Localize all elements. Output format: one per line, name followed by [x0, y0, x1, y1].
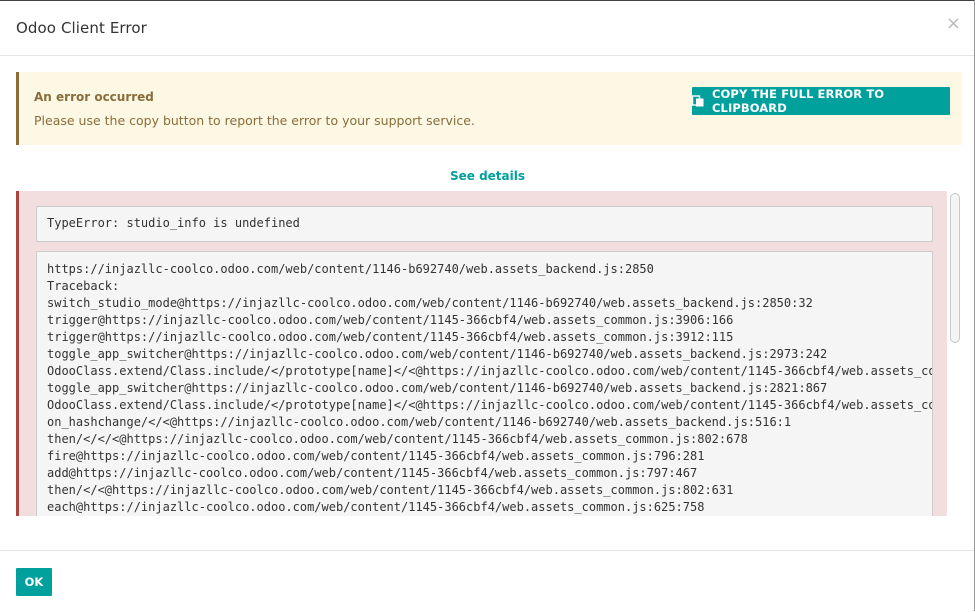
- clipboard-icon: [692, 95, 704, 107]
- traceback-line: trigger@https://injazllc-coolco.odoo.com…: [47, 330, 734, 344]
- error-message-box: TypeError: studio_info is undefined: [36, 206, 933, 242]
- traceback-line: OdooClass.extend/Class.include/</prototy…: [47, 398, 933, 412]
- traceback-line: then/</<@https://injazllc-coolco.odoo.co…: [47, 483, 734, 497]
- traceback-line: toggle_app_switcher@https://injazllc-coo…: [47, 347, 828, 361]
- traceback-line: on_hashchange/</<@https://injazllc-coolc…: [47, 415, 792, 429]
- dialog-title: Odoo Client Error: [16, 19, 147, 37]
- traceback-box: https://injazllc-coolco.odoo.com/web/con…: [36, 251, 933, 516]
- traceback-line: toggle_app_switcher@https://injazllc-coo…: [47, 381, 828, 395]
- close-icon[interactable]: ×: [946, 15, 961, 33]
- alert-title: An error occurred: [34, 90, 154, 104]
- error-dialog: Odoo Client Error × An error occurred Pl…: [0, 0, 975, 611]
- alert-message: Please use the copy button to report the…: [34, 113, 475, 128]
- traceback-line: add@https://injazllc-coolco.odoo.com/web…: [47, 466, 698, 480]
- traceback-line: Traceback:: [47, 279, 120, 293]
- scrollbar[interactable]: [948, 191, 962, 516]
- copy-error-button[interactable]: COPY THE FULL ERROR TO CLIPBOARD: [692, 87, 950, 115]
- traceback-line: each@https://injazllc-coolco.odoo.com/we…: [47, 500, 705, 514]
- traceback-line: https://injazllc-coolco.odoo.com/web/con…: [47, 262, 654, 276]
- scrollbar-thumb[interactable]: [950, 193, 960, 343]
- dialog-header: Odoo Client Error ×: [0, 1, 974, 56]
- traceback-line: OdooClass.extend/Class.include/</prototy…: [47, 364, 933, 378]
- warning-alert: An error occurred Please use the copy bu…: [16, 72, 962, 145]
- ok-button[interactable]: OK: [16, 568, 52, 596]
- traceback-line: then/</</<@https://injazllc-coolco.odoo.…: [47, 432, 748, 446]
- see-details-link[interactable]: See details: [0, 169, 975, 183]
- copy-error-button-label: COPY THE FULL ERROR TO CLIPBOARD: [712, 87, 885, 115]
- traceback-line: trigger@https://injazllc-coolco.odoo.com…: [47, 313, 734, 327]
- traceback-line: fire@https://injazllc-coolco.odoo.com/we…: [47, 449, 705, 463]
- dialog-footer: OK: [0, 550, 974, 612]
- error-details-panel: TypeError: studio_info is undefined http…: [16, 191, 947, 516]
- traceback-line: switch_studio_mode@https://injazllc-cool…: [47, 296, 813, 310]
